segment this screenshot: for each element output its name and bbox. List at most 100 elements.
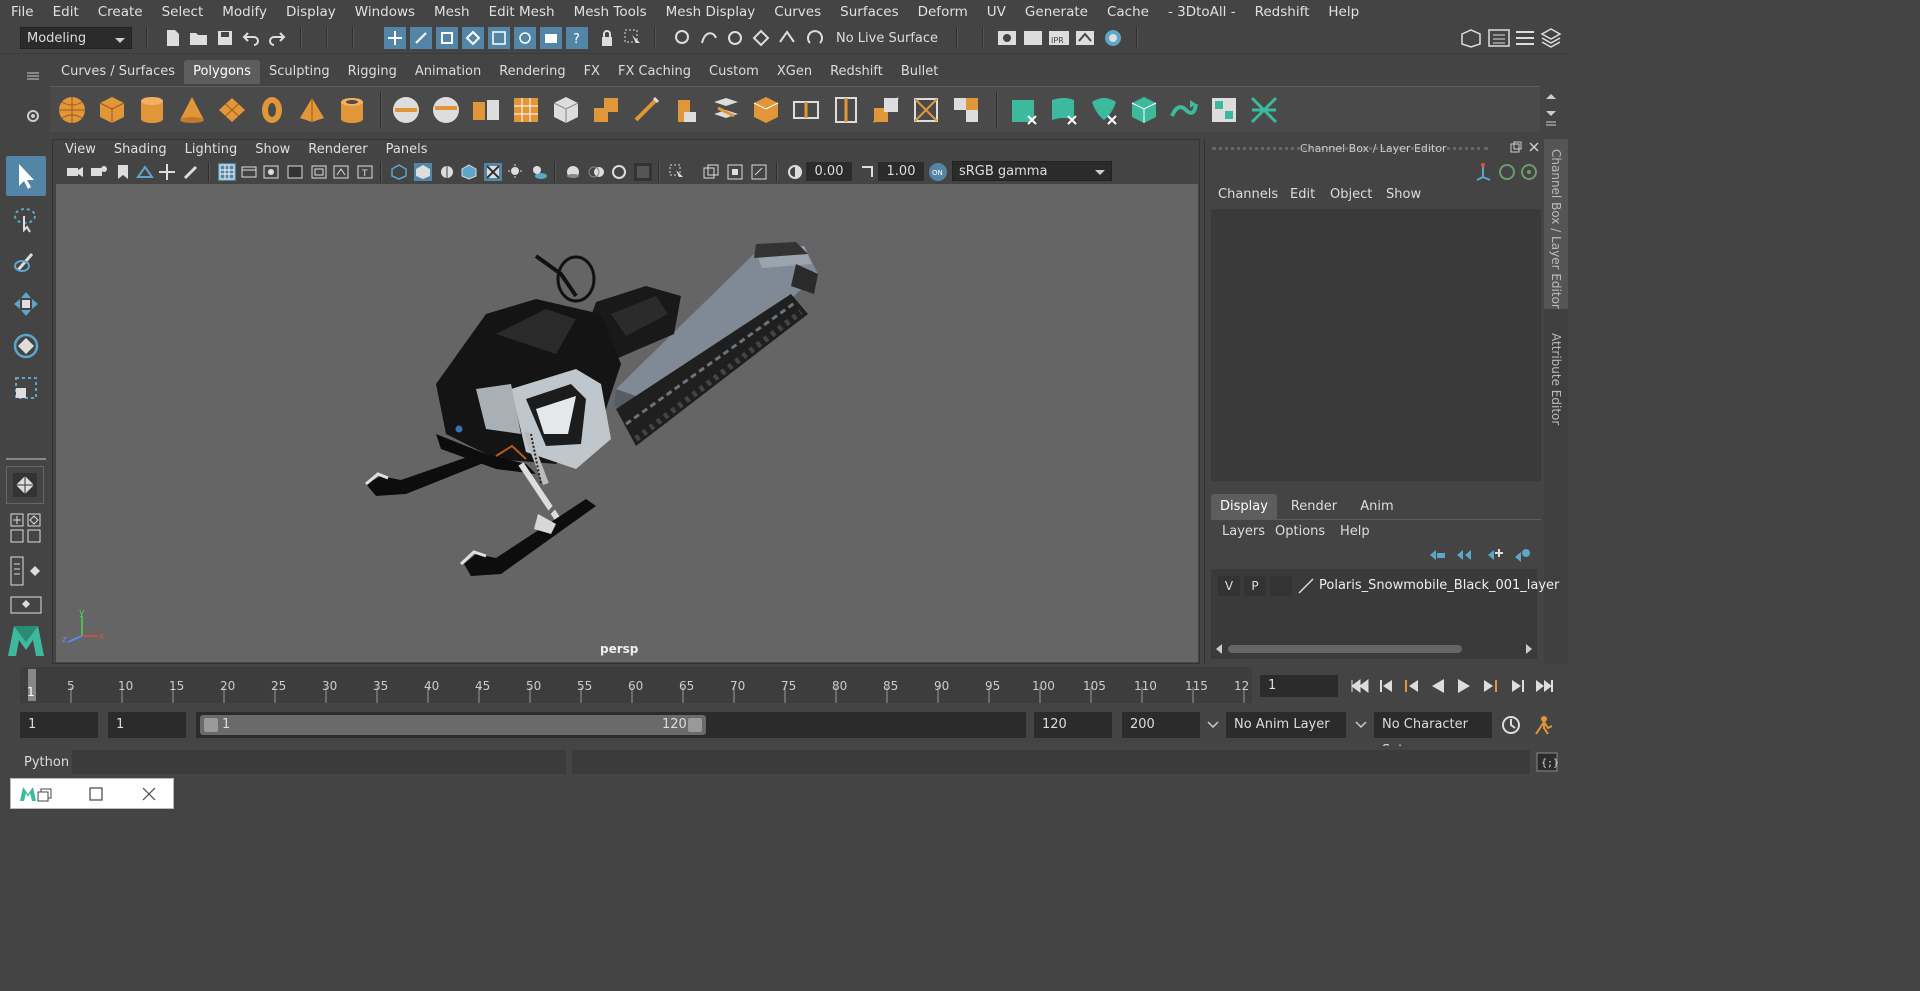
playback-start-field[interactable]: 1	[108, 712, 186, 738]
xray-joints-icon[interactable]	[726, 163, 744, 181]
viewport-menu-renderer[interactable]: Renderer	[299, 141, 376, 159]
menu-cache[interactable]: Cache	[1096, 4, 1157, 20]
select-by-component-icon[interactable]	[436, 27, 458, 49]
menu-curves[interactable]: Curves	[763, 4, 829, 20]
go-to-start-icon[interactable]	[1350, 678, 1370, 694]
poly-pipe-icon[interactable]	[336, 94, 368, 126]
go-to-end-icon[interactable]	[1534, 678, 1554, 694]
image-plane-icon[interactable]	[136, 163, 154, 181]
target-weld-icon[interactable]	[910, 94, 942, 126]
uv-editor-icon[interactable]	[1208, 94, 1240, 126]
3d-viewport[interactable]: y x z	[56, 184, 1198, 662]
wedge-icon[interactable]	[950, 94, 982, 126]
poly-cube-icon[interactable]	[96, 94, 128, 126]
rotate-tool-icon[interactable]	[6, 326, 46, 366]
safe-title-icon[interactable]: T	[356, 163, 374, 181]
move-tool-icon[interactable]	[6, 284, 46, 324]
options-menu[interactable]: Options	[1275, 524, 1325, 539]
multi-cut-icon[interactable]	[630, 94, 662, 126]
render-view-icon[interactable]	[540, 27, 562, 49]
shelf-tab-fx[interactable]: FX	[575, 60, 609, 84]
layer-tab-anim[interactable]: Anim	[1350, 494, 1404, 520]
snap-to-surface-icon[interactable]	[776, 27, 798, 49]
range-end-grip[interactable]	[688, 718, 702, 732]
workspace-icon[interactable]	[1460, 27, 1482, 49]
menu-mesh-display[interactable]: Mesh Display	[655, 4, 764, 20]
field-chart-icon[interactable]	[310, 163, 328, 181]
chevron-down-icon[interactable]	[1354, 718, 1368, 732]
channel-list[interactable]	[1211, 209, 1541, 481]
side-tab-channel-box[interactable]: Channel Box / Layer Editor	[1549, 149, 1563, 309]
lasso-tool-icon[interactable]	[6, 200, 46, 240]
command-input[interactable]	[72, 750, 566, 774]
snap-grid-icon[interactable]	[462, 27, 484, 49]
default-material-icon[interactable]	[438, 163, 456, 181]
speed-icon[interactable]	[1498, 163, 1516, 181]
menu-3dtoall[interactable]: - 3DtoAll -	[1157, 4, 1244, 20]
render-current-frame-icon[interactable]	[996, 27, 1018, 49]
snowmobile-model[interactable]: y x z	[56, 184, 1198, 662]
menu-create[interactable]: Create	[87, 4, 151, 20]
redo-icon[interactable]	[266, 27, 288, 49]
extrude-icon[interactable]	[670, 94, 702, 126]
snap-to-grid-icon[interactable]	[672, 27, 694, 49]
channels-menu[interactable]: Channels	[1218, 187, 1278, 202]
poly-torus-icon[interactable]	[256, 94, 288, 126]
uv-automatic-icon[interactable]	[1128, 94, 1160, 126]
viewport-menu-shading[interactable]: Shading	[105, 141, 176, 159]
shelf-tab-fx-caching[interactable]: FX Caching	[609, 60, 700, 84]
character-set-dropdown[interactable]: No Character Set	[1374, 712, 1492, 758]
render-settings-icon[interactable]	[1074, 27, 1096, 49]
menu-mesh[interactable]: Mesh	[423, 4, 478, 20]
object-menu[interactable]: Object	[1330, 187, 1372, 202]
close-icon[interactable]	[142, 787, 156, 801]
append-icon[interactable]	[750, 94, 782, 126]
time-slider[interactable]: 1 5 10 15 20 25 30 35 40 45 50 55 60 65 …	[20, 667, 1252, 703]
shelf-menu-icon[interactable]	[26, 70, 40, 80]
wireframe-shading-icon[interactable]	[390, 163, 408, 181]
step-back-frame-icon[interactable]	[1378, 678, 1394, 694]
menu-edit-mesh[interactable]: Edit Mesh	[478, 4, 563, 20]
grease-pencil-icon[interactable]	[182, 163, 200, 181]
color-management-toggle-icon[interactable]: ON	[928, 162, 948, 182]
toggle-attribute-editor-icon[interactable]	[1514, 27, 1536, 49]
layer-playback-toggle[interactable]: P	[1244, 576, 1266, 596]
viewport-menu-show[interactable]: Show	[246, 141, 299, 159]
camera-attributes-icon[interactable]	[90, 163, 108, 181]
poly-cone-icon[interactable]	[176, 94, 208, 126]
layer-color-swatch-icon[interactable]	[1296, 576, 1316, 596]
poly-plane-icon[interactable]	[216, 94, 248, 126]
depth-of-field-icon[interactable]	[634, 163, 652, 181]
menu-uv[interactable]: UV	[976, 4, 1014, 20]
separate-icon[interactable]	[430, 94, 462, 126]
menu-file[interactable]: File	[0, 4, 42, 20]
single-perspective-layout-icon[interactable]	[6, 466, 44, 504]
bevel-icon[interactable]	[550, 94, 582, 126]
gate-mask-icon[interactable]	[286, 163, 304, 181]
menu-edit[interactable]: Edit	[42, 4, 87, 20]
anti-aliasing-icon[interactable]	[610, 163, 628, 181]
scene-start-field[interactable]: 1	[20, 712, 98, 738]
lock-icon[interactable]	[596, 27, 618, 49]
grid-toggle-icon[interactable]	[218, 163, 236, 181]
extract-icon[interactable]	[470, 94, 502, 126]
move-layer-up-icon[interactable]	[1428, 547, 1446, 563]
snap-to-curve-icon[interactable]	[698, 27, 720, 49]
make-live-icon[interactable]	[804, 27, 826, 49]
screen-space-ao-icon[interactable]	[564, 163, 582, 181]
smooth-icon[interactable]	[510, 94, 542, 126]
menu-mesh-tools[interactable]: Mesh Tools	[563, 4, 655, 20]
poke-icon[interactable]	[870, 94, 902, 126]
uv-spherical-icon[interactable]	[1088, 94, 1120, 126]
shelf-tab-rendering[interactable]: Rendering	[490, 60, 574, 84]
menu-redshift[interactable]: Redshift	[1244, 4, 1318, 20]
smooth-shading-icon[interactable]	[414, 163, 432, 181]
hypershade-icon[interactable]	[1102, 27, 1124, 49]
exposure-field[interactable]: 0.00	[806, 162, 852, 181]
select-by-hierarchy-icon[interactable]	[384, 27, 406, 49]
shelf-settings-gear-icon[interactable]	[25, 108, 41, 124]
uv-cylindrical-icon[interactable]	[1048, 94, 1080, 126]
new-layer-selected-icon[interactable]	[1513, 547, 1531, 563]
viewport-menu-lighting[interactable]: Lighting	[176, 141, 247, 159]
current-frame-field[interactable]: 1	[1260, 675, 1338, 697]
